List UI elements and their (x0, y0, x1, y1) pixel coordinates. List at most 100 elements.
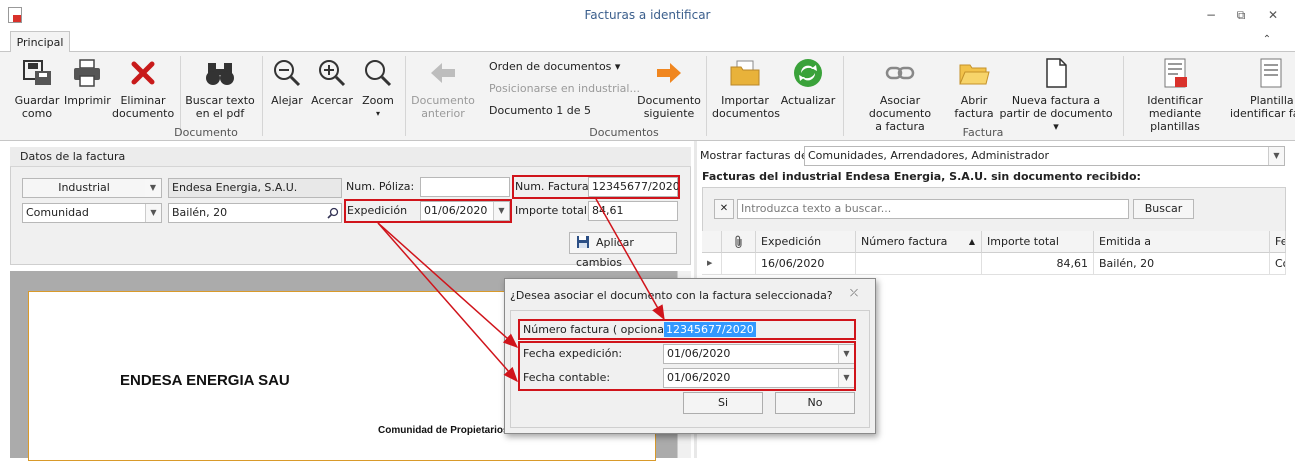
restore-button[interactable]: ⧉ (1231, 7, 1251, 23)
asociar-label-1: Asociar documento (868, 94, 932, 120)
table-cell-emitida[interactable]: Bailén, 20 (1094, 253, 1270, 275)
mostrar-facturas-select[interactable]: Comunidades, Arrendadores, Administrador… (804, 146, 1285, 166)
importar-documentos-button[interactable]: Importar documentos (712, 56, 780, 120)
window-title: Facturas a identificar (584, 8, 711, 22)
grid-row-indicator-header (702, 231, 722, 253)
imprimir-button[interactable]: Imprimir (64, 56, 111, 107)
save-as-icon (20, 56, 54, 90)
save-icon (576, 235, 590, 249)
binoculars-icon (203, 56, 237, 90)
identificar-plantillas-button[interactable]: Identificar mediante plantillas (1128, 56, 1222, 133)
ribbon-separator (843, 56, 844, 136)
eliminar-label-2: documento (112, 107, 175, 120)
pdf-company-name: ENDESA ENERGIA SAU (120, 372, 290, 389)
datos-factura-header: Datos de la factura (10, 147, 691, 167)
nueva-factura-button[interactable]: Nueva factura a partir de documento ▾ (998, 56, 1114, 133)
column-numero-factura[interactable]: Número factura ▲ (856, 231, 982, 253)
asociar-documento-button[interactable]: Asociar documento a factura (850, 56, 950, 133)
tab-principal[interactable]: Principal (10, 31, 70, 53)
industrial-button[interactable]: Industrial (22, 178, 146, 198)
documento-anterior-button[interactable]: Documento anterior (410, 56, 476, 120)
acercar-button[interactable]: Acercar (311, 56, 353, 107)
ribbon-separator (706, 56, 707, 136)
orden-documentos-menu[interactable]: Orden de documentos ▾ (489, 60, 620, 73)
arrow-left-icon (426, 56, 460, 90)
plantilla-identificar-button[interactable]: Plantilla identificar fa (1226, 56, 1295, 120)
buscar-texto-label-2: en el pdf (195, 107, 245, 120)
anterior-label-1: Documento (411, 94, 475, 107)
dialog-title: ¿Desea asociar el documento con la factu… (510, 289, 833, 302)
zoom-in-icon (315, 56, 349, 90)
clear-search-icon[interactable]: ✕ (714, 199, 734, 219)
posicionarse-industrial-menu[interactable]: Posicionarse en industrial... (489, 82, 640, 95)
alejar-label: Alejar (271, 94, 303, 107)
acercar-label: Acercar (311, 94, 353, 107)
alejar-button[interactable]: Alejar (268, 56, 306, 107)
dialog-numero-highlight (518, 319, 856, 340)
zoom-dropdown-arrow: ▾ (375, 109, 380, 118)
abrir-label-2: factura (954, 107, 994, 120)
importe-total-label: Importe total: (515, 204, 591, 217)
folder-open-icon (957, 56, 991, 90)
zoom-label: Zoom (362, 94, 394, 107)
group-documentos-label: Documentos (589, 126, 659, 139)
plantilla-label-2: identificar fa (1230, 107, 1295, 120)
comunidad-select[interactable]: Comunidad ▼ (22, 203, 162, 223)
nueva-label-1: Nueva factura a (1011, 94, 1101, 107)
ribbon-separator (1123, 56, 1124, 136)
column-fe[interactable]: Fe (1270, 231, 1286, 253)
mostrar-facturas-value: Comunidades, Arrendadores, Administrador (808, 149, 1050, 162)
ribbon-separator (262, 56, 263, 136)
importe-total-input[interactable]: 84,61 (588, 201, 678, 221)
dialog-si-button[interactable]: Si (683, 392, 763, 414)
guardar-label-1: Guardar (14, 94, 60, 107)
row-indicator-icon: ▶ (702, 253, 722, 275)
comunidad-search-field[interactable]: Bailén, 20 (168, 203, 342, 223)
abrir-factura-button[interactable]: Abrir factura (952, 56, 996, 120)
eliminar-documento-button[interactable]: Eliminar documento (112, 56, 174, 120)
num-poliza-input[interactable] (420, 177, 510, 197)
column-expedicion[interactable]: Expedición (756, 231, 856, 253)
search-input[interactable]: Introduzca texto a buscar... (737, 199, 1129, 219)
guardar-como-button[interactable]: Guardar como (8, 56, 66, 120)
pdf-template-icon (1158, 56, 1192, 90)
siguiente-label-2: siguiente (643, 107, 695, 120)
table-cell-numero[interactable] (856, 253, 982, 275)
magnifier-icon (361, 56, 395, 90)
table-cell-fe[interactable]: Co (1270, 253, 1286, 275)
identificar-label-1: Identificar (1147, 94, 1203, 107)
comunidad-search-value: Bailén, 20 (172, 206, 228, 219)
documento-siguiente-button[interactable]: Documento siguiente (636, 56, 702, 120)
actualizar-label: Actualizar (780, 94, 836, 107)
buscar-texto-pdf-button[interactable]: Buscar texto en el pdf (184, 56, 256, 120)
anterior-label-2: anterior (421, 107, 465, 120)
comunidad-select-value: Comunidad (26, 206, 89, 219)
refresh-icon (791, 56, 825, 90)
table-cell-expedicion[interactable]: 16/06/2020 (756, 253, 856, 275)
printer-icon (70, 56, 104, 90)
column-emitida-a[interactable]: Emitida a (1094, 231, 1270, 253)
table-cell-attachment[interactable] (722, 253, 756, 275)
imprimir-label: Imprimir (64, 94, 111, 107)
table-cell-importe[interactable]: 84,61 (982, 253, 1094, 275)
buscar-button[interactable]: Buscar (1133, 199, 1194, 219)
ribbon-collapse-icon[interactable]: ⌃ (1259, 34, 1275, 48)
dialog-no-button[interactable]: No (775, 392, 855, 414)
chevron-down-icon: ▼ (145, 204, 161, 222)
aplicar-cambios-button[interactable]: Aplicar cambios (569, 232, 677, 269)
buscar-texto-label-1: Buscar texto (185, 94, 255, 107)
search-icon[interactable] (325, 204, 341, 222)
dialog-close-icon[interactable]: ⤫ (847, 288, 861, 302)
column-importe-total[interactable]: Importe total (982, 231, 1094, 253)
industrial-dropdown[interactable]: ▼ (145, 178, 162, 198)
column-numero-factura-label: Número factura (861, 235, 948, 248)
actualizar-button[interactable]: Actualizar (780, 56, 836, 107)
zoom-button[interactable]: Zoom ▾ (359, 56, 397, 120)
minimize-button[interactable]: − (1201, 7, 1221, 23)
template-sheet-icon (1254, 56, 1288, 90)
attachment-column-icon[interactable] (722, 231, 756, 253)
close-button[interactable]: ✕ (1263, 7, 1283, 23)
plantilla-label-1: Plantilla (1250, 94, 1294, 107)
ribbon-tab-row (0, 30, 1295, 52)
siguiente-label-1: Documento (637, 94, 701, 107)
